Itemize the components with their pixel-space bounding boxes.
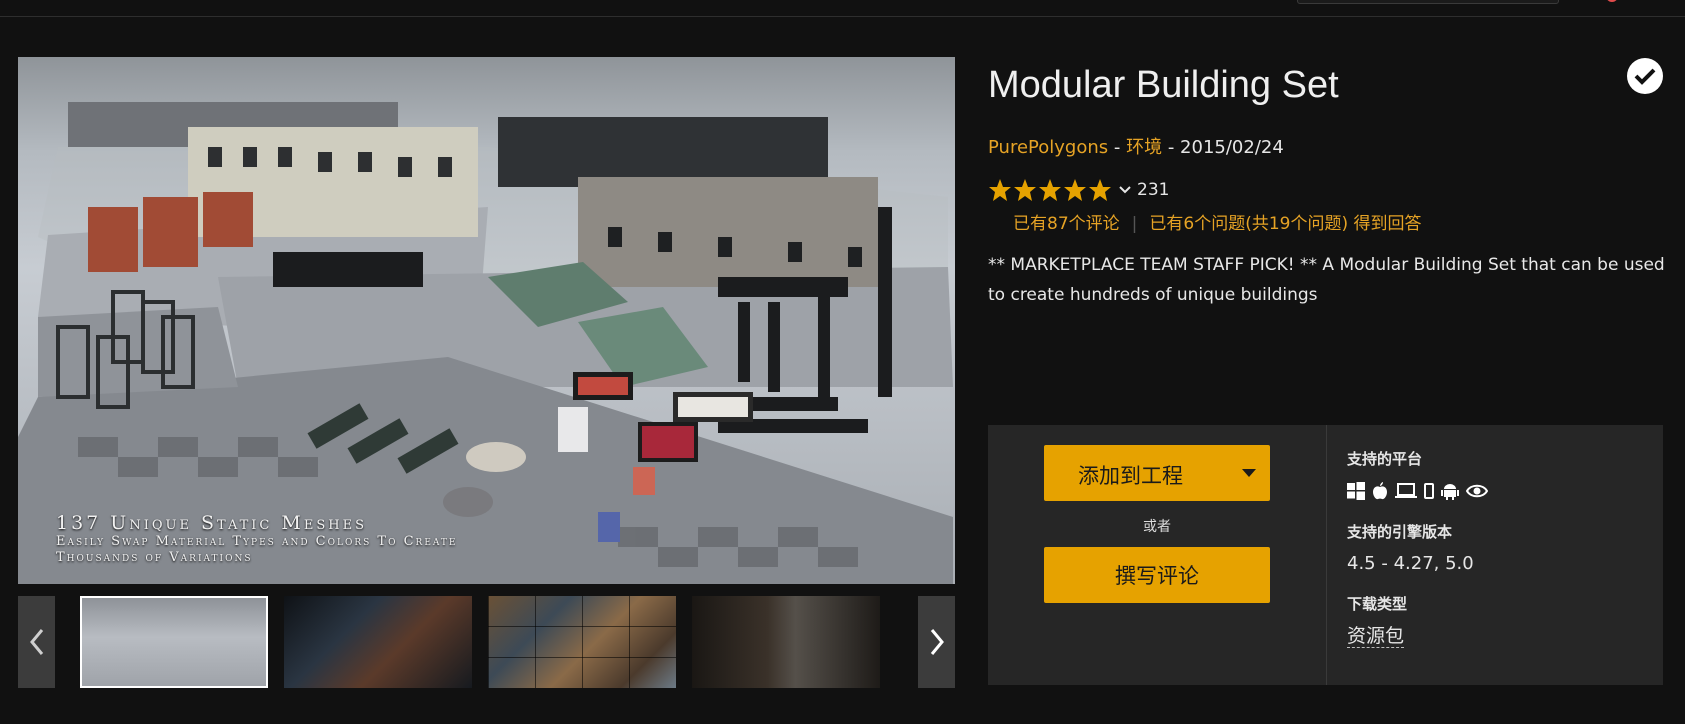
gallery-thumbnail-strip — [18, 596, 955, 688]
apple-icon — [1372, 482, 1388, 500]
review-links: 已有87个评论 | 已有6个问题(共19个问题) 得到回答 — [1013, 209, 1422, 234]
meta-separator: - — [1108, 137, 1127, 158]
star-rating — [988, 178, 1113, 202]
vr-eye-icon — [1466, 483, 1488, 499]
add-to-project-label: 添加到工程 — [1078, 465, 1183, 488]
gallery-next-button[interactable] — [918, 596, 955, 688]
platform-icons — [1347, 482, 1495, 500]
rating-summary[interactable]: 231 — [988, 178, 1169, 202]
star-icon — [989, 179, 1011, 201]
hero-image[interactable]: 137 Unique Static Meshes Easily Swap Mat… — [18, 57, 955, 584]
android-icon — [1441, 482, 1459, 500]
gallery-thumbnail-4[interactable] — [692, 596, 880, 688]
hero-caption: 137 Unique Static Meshes Easily Swap Mat… — [56, 512, 457, 566]
owned-checkmark-icon — [1627, 58, 1663, 94]
or-text: 或者 — [1143, 519, 1171, 535]
product-details: 支持的平台 支持的引擎版本 4.5 - 4.27, 5.0 下载类型 资源包 — [1326, 425, 1664, 685]
top-search-box[interactable] — [1297, 0, 1559, 4]
release-date: 2015/02/24 — [1180, 137, 1284, 158]
add-to-project-button[interactable]: 添加到工程 — [1044, 445, 1270, 501]
chevron-left-icon — [29, 629, 43, 655]
write-review-button[interactable]: 撰写评论 — [1044, 547, 1270, 603]
meta-separator: - — [1162, 137, 1181, 158]
download-type-value[interactable]: 资源包 — [1347, 625, 1405, 648]
product-description: ** MARKETPLACE TEAM STAFF PICK! ** A Mod… — [988, 255, 1665, 305]
notification-badge[interactable] — [1606, 0, 1618, 2]
mobile-icon — [1424, 483, 1434, 499]
gallery-prev-button[interactable] — [18, 596, 55, 688]
seller-link[interactable]: PurePolygons — [988, 137, 1108, 158]
windows-icon — [1347, 482, 1365, 500]
top-navigation-bar — [0, 0, 1685, 17]
gallery-thumbnail-1[interactable] — [80, 596, 268, 688]
chevron-right-icon — [930, 629, 944, 655]
star-icon — [1089, 179, 1111, 201]
engine-versions-value: 4.5 - 4.27, 5.0 — [1347, 553, 1474, 574]
star-icon — [1039, 179, 1061, 201]
purchase-panel: 添加到工程 或者 撰写评论 支持的平台 支持的引擎版本 4.5 - 4.27, … — [988, 425, 1663, 685]
gallery-thumbnail-3[interactable] — [488, 596, 676, 688]
hero-caption-subtitle-1: Easily Swap Material Types and Colors To… — [56, 534, 458, 549]
download-type-label: 下载类型 — [1347, 595, 1408, 613]
caret-down-icon[interactable] — [1242, 469, 1256, 477]
rating-count: 231 — [1137, 180, 1170, 200]
link-divider: | — [1131, 214, 1138, 234]
questions-link[interactable]: 已有6个问题(共19个问题) 得到回答 — [1149, 214, 1421, 234]
gallery-thumbnail-2[interactable] — [284, 596, 472, 688]
chevron-down-icon[interactable] — [1119, 186, 1131, 194]
product-title: Modular Building Set — [988, 64, 1339, 106]
star-icon — [1014, 179, 1036, 201]
purchase-actions: 添加到工程 或者 撰写评论 — [988, 425, 1326, 685]
platforms-label: 支持的平台 — [1347, 450, 1423, 468]
engine-versions-label: 支持的引擎版本 — [1347, 523, 1453, 541]
hero-caption-subtitle-2: Thousands of Variations — [56, 550, 253, 565]
reviews-link[interactable]: 已有87个评论 — [1013, 214, 1120, 234]
product-meta: PurePolygons - 环境 - 2015/02/24 — [988, 133, 1284, 159]
linux-laptop-icon — [1395, 483, 1417, 499]
category-link[interactable]: 环境 — [1126, 137, 1162, 158]
star-icon — [1064, 179, 1086, 201]
hero-scene-illustration — [18, 102, 953, 584]
hero-caption-title: 137 Unique Static Meshes — [56, 512, 367, 534]
